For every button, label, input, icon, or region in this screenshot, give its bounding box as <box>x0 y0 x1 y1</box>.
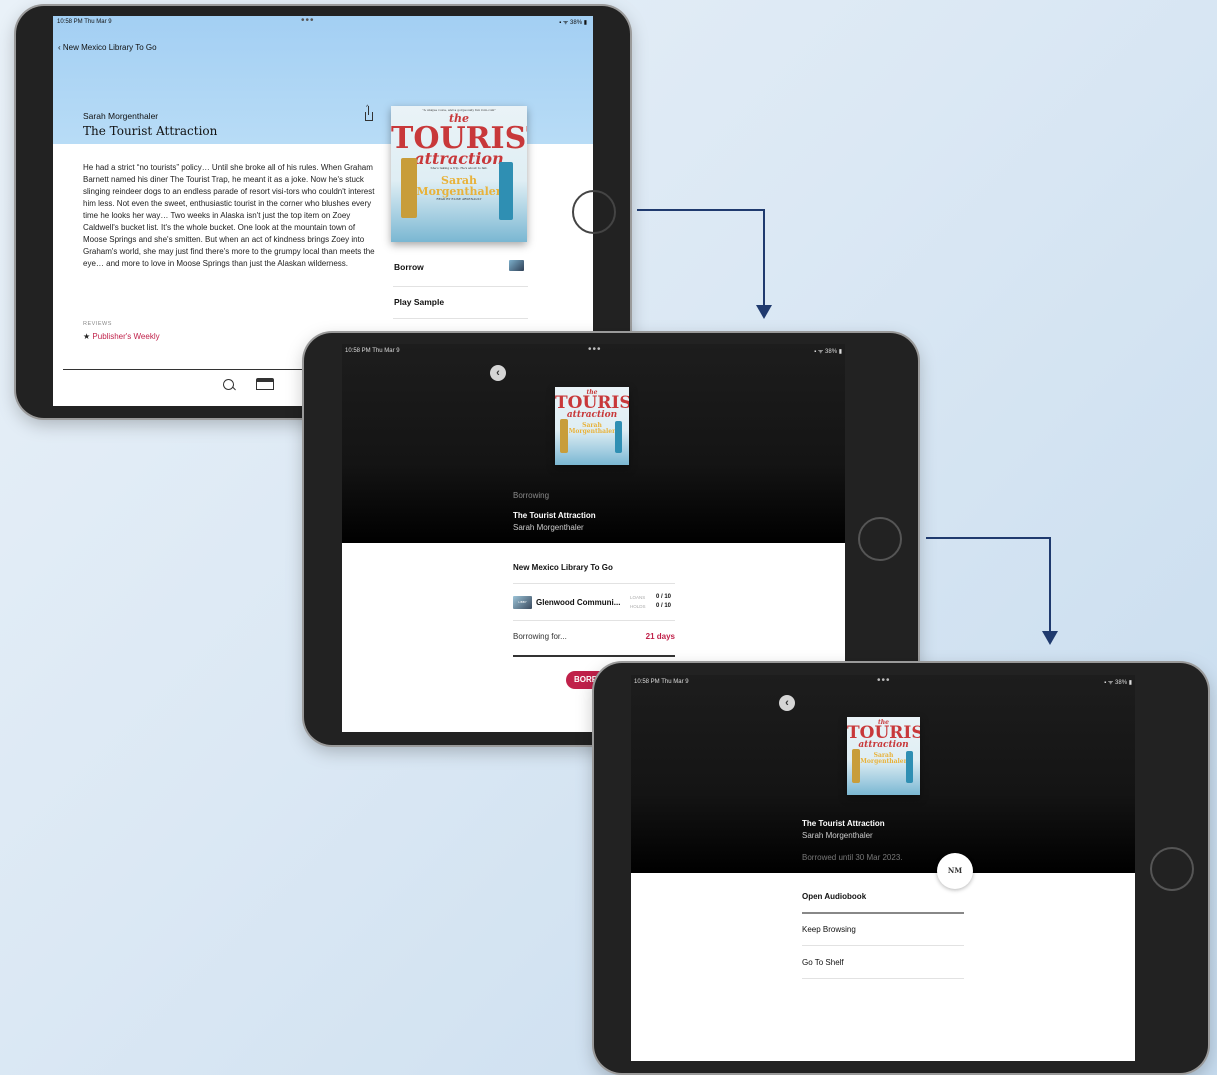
divider <box>802 912 964 914</box>
cover-figure-man <box>852 749 860 783</box>
status-battery: ▪︎ ᯤ 38% ▮ <box>559 20 587 26</box>
multitask-dots[interactable]: ••• <box>877 676 891 686</box>
flow-arrow-line <box>763 209 765 305</box>
borrow-action[interactable]: Borrow <box>393 256 528 282</box>
multitask-dots[interactable]: ••• <box>301 16 315 26</box>
loans-label: LOANS <box>630 595 646 600</box>
status-time: 10:58 PM Thu Mar 9 <box>57 19 112 25</box>
keep-browsing-option[interactable]: Keep Browsing <box>802 925 856 934</box>
branch-selector[interactable]: LIBBY Glenwood Communi... LOANS 0 / 10 H… <box>513 594 675 614</box>
go-to-shelf-option[interactable]: Go To Shelf <box>802 958 844 967</box>
status-battery: ▪︎ ᯤ 38% ▮ <box>814 349 842 355</box>
borrow-period-value: 21 days <box>645 632 675 641</box>
status-time: 10:58 PM Thu Mar 9 <box>345 348 400 354</box>
home-button[interactable] <box>1150 847 1194 891</box>
book-author: Sarah Morgenthaler <box>513 523 584 532</box>
library-badge: NM <box>937 853 973 889</box>
back-button[interactable]: ‹ <box>490 365 506 381</box>
open-audiobook-option[interactable]: Open Audiobook <box>802 892 866 901</box>
book-cover: the TOURIST attraction Sarah Morgenthale… <box>555 387 629 465</box>
book-cover: the TOURIST attraction Sarah Morgenthale… <box>847 717 920 795</box>
cover-figure-man <box>560 419 568 453</box>
flow-arrow-head <box>756 305 772 319</box>
status-bar: 10:58 PM Thu Mar 9 ▪︎ ᯤ 38% ▮ <box>57 19 587 26</box>
book-title: The Tourist Attraction <box>513 511 596 520</box>
cover-figure-woman <box>906 751 913 783</box>
flow-arrow-head <box>1042 631 1058 645</box>
play-sample-action[interactable]: Play Sample <box>394 297 444 307</box>
search-icon[interactable] <box>223 379 236 391</box>
cover-title: TOURIST <box>847 723 920 743</box>
flow-arrow-line <box>1049 537 1051 631</box>
tab-bar-divider <box>63 369 313 370</box>
home-button[interactable] <box>572 190 616 234</box>
cover-figure-woman <box>615 421 622 453</box>
cover-figure-woman <box>499 162 513 220</box>
back-link[interactable]: ‹ New Mexico Library To Go <box>58 43 157 52</box>
library-card-icon: LIBBY <box>513 596 532 609</box>
share-icon[interactable]: ^ <box>365 105 373 121</box>
divider <box>802 978 964 979</box>
borrow-period-selector[interactable]: Borrowing for... 21 days <box>513 629 675 645</box>
book-title: The Tourist Attraction <box>83 124 218 138</box>
flow-arrow-line <box>926 537 1051 539</box>
borrow-period-label: Borrowing for... <box>513 632 567 641</box>
flow-arrow-line <box>637 209 764 211</box>
home-button[interactable] <box>858 517 902 561</box>
state-label: Borrowing <box>513 491 550 500</box>
book-cover: "A unique voice, and a gorgeously fun ro… <box>391 106 527 242</box>
divider <box>513 655 675 657</box>
divider <box>513 583 675 584</box>
back-link-label: New Mexico Library To Go <box>62 43 157 52</box>
star-icon: ★ <box>83 332 91 341</box>
divider <box>393 286 528 287</box>
reviews-label: REVIEWS <box>83 321 112 327</box>
library-card-icon <box>509 260 524 271</box>
borrowed-until: Borrowed until 30 Mar 2023. <box>802 853 903 862</box>
review-link[interactable]: ★ Publisher's Weekly <box>83 332 160 341</box>
loans-value: 0 / 10 <box>656 594 672 600</box>
back-button[interactable]: ‹ <box>779 695 795 711</box>
review-source: Publisher's Weekly <box>92 332 160 341</box>
cover-figure-man <box>401 158 417 218</box>
cover-title: TOURIST <box>555 393 629 413</box>
multitask-dots[interactable]: ••• <box>588 345 602 355</box>
book-author: Sarah Morgenthaler <box>802 831 873 840</box>
divider <box>393 318 528 319</box>
library-badge-text: NM <box>947 866 963 875</box>
divider <box>513 620 675 621</box>
borrow-label: Borrow <box>394 262 424 272</box>
branch-name: Glenwood Communi... <box>536 598 621 607</box>
ipad-borrowed: 10:58 PM Thu Mar 9 ▪︎ ᯤ 38% ▮ ••• ‹ the … <box>594 663 1208 1073</box>
borrowed-screen: 10:58 PM Thu Mar 9 ▪︎ ᯤ 38% ▮ ••• ‹ the … <box>631 675 1135 1061</box>
book-title: The Tourist Attraction <box>802 819 885 828</box>
library-icon[interactable] <box>256 378 274 390</box>
cover-title: TOURIST <box>391 121 527 156</box>
chevron-left-icon: ‹ <box>58 43 61 52</box>
status-time: 10:58 PM Thu Mar 9 <box>634 679 689 685</box>
status-battery: ▪︎ ᯤ 38% ▮ <box>1104 680 1132 686</box>
divider <box>802 945 964 946</box>
library-name: New Mexico Library To Go <box>513 563 613 572</box>
book-author[interactable]: Sarah Morgenthaler <box>83 111 158 121</box>
holds-value: 0 / 10 <box>656 603 672 609</box>
book-description: He had a strict “no tourists” policy… Un… <box>83 163 375 268</box>
holds-label: HOLDS <box>630 604 646 609</box>
